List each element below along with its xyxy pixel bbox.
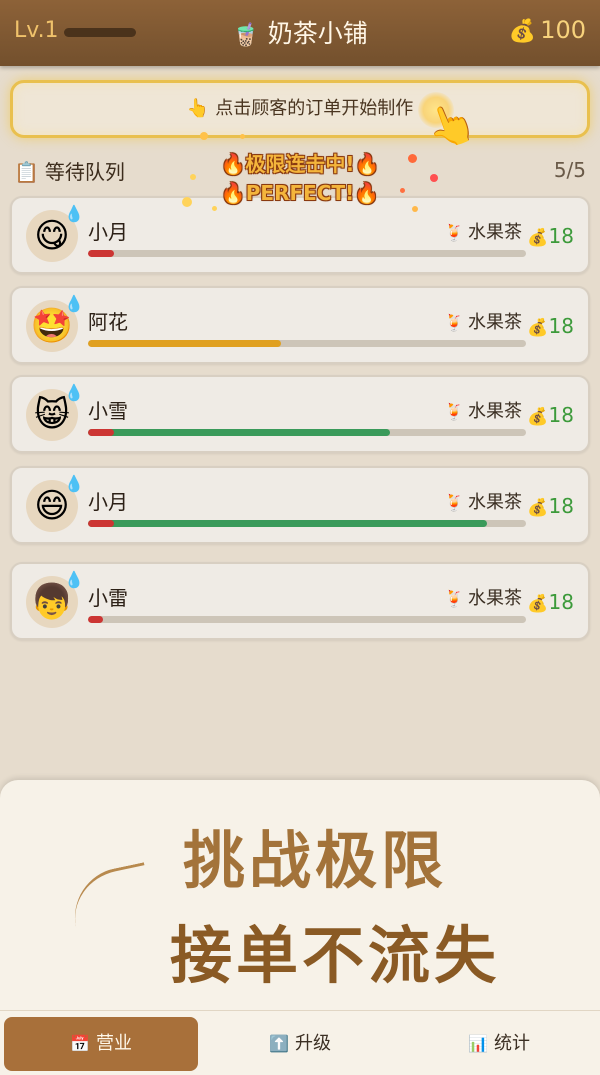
patience-bar: [88, 429, 526, 436]
patience-fill: [88, 616, 104, 623]
money-bag-icon: 💰: [527, 407, 549, 427]
spark: [400, 188, 405, 193]
patience-bar: [88, 616, 526, 623]
order-drink-label: 水果茶: [468, 588, 522, 609]
order-drink-label: 水果茶: [468, 222, 522, 243]
order-reward: 💰18: [527, 590, 574, 614]
spark: [212, 206, 217, 211]
customer-card[interactable]: 🤩 💧 阿花 🍹 水果茶 💰18: [10, 286, 590, 364]
tip-banner[interactable]: 👆 点击顾客的订单开始制作: [10, 80, 590, 138]
tab-bar: 📅 营业 ⬆️ 升级 📊 统计: [0, 1010, 600, 1075]
coin-counter: 💰 100: [509, 16, 586, 44]
spark: [182, 197, 192, 207]
tab-business[interactable]: 📅 营业: [4, 1017, 198, 1071]
order-reward: 💰18: [527, 224, 574, 248]
fruit-tea-icon: 🍹: [444, 589, 464, 608]
sweat-drop-icon: 💧: [64, 204, 84, 223]
tab-upgrade[interactable]: ⬆️ 升级: [203, 1017, 397, 1071]
coin-amount: 100: [540, 16, 586, 44]
order-drink-label: 水果茶: [468, 401, 522, 422]
customer-card[interactable]: 👦 💧 小雷 🍹 水果茶 💰18: [10, 562, 590, 640]
bubble-tea-icon: 🧋: [232, 23, 260, 48]
fruit-tea-icon: 🍹: [444, 223, 464, 242]
patience-fill: [88, 250, 115, 257]
customer-name: 小雪: [88, 399, 128, 423]
money-bag-icon: 💰: [527, 318, 549, 338]
patience-warning-segment: [88, 429, 114, 436]
calendar-icon: 📅: [70, 1034, 90, 1053]
promo-subline: 接单不流失: [169, 919, 500, 992]
spark: [200, 132, 208, 140]
perfect-text: 🔥PERFECT!🔥: [220, 181, 380, 205]
fruit-tea-icon: 🍹: [444, 313, 464, 332]
money-bag-icon: 💰: [527, 498, 549, 518]
order-reward: 💰18: [527, 314, 574, 338]
tip-text: 点击顾客的订单开始制作: [215, 98, 414, 119]
patience-bar: [88, 340, 526, 347]
order-drink: 🍹 水果茶: [444, 488, 522, 514]
order-reward-amount: 18: [548, 224, 574, 248]
customer-card[interactable]: 😄 💧 小月 🍹 水果茶 💰18: [10, 466, 590, 544]
money-bag-icon: 💰: [527, 594, 549, 614]
customer-card[interactable]: 😋 💧 小月 🍹 水果茶 💰18: [10, 196, 590, 274]
tab-business-label: 营业: [95, 1033, 132, 1054]
spark: [190, 174, 196, 180]
pointing-finger-icon: 👆: [186, 98, 210, 119]
customer-name: 小月: [88, 220, 128, 244]
patience-warning-segment: [88, 520, 114, 527]
promo-headline: 挑战极限: [182, 824, 447, 897]
order-drink: 🍹 水果茶: [444, 584, 522, 610]
bar-chart-icon: 📊: [468, 1034, 488, 1053]
order-drink-label: 水果茶: [468, 492, 522, 513]
sweat-drop-icon: 💧: [64, 383, 84, 402]
patience-bar: [88, 250, 526, 257]
fruit-tea-icon: 🍹: [444, 402, 464, 421]
sweat-drop-icon: 💧: [64, 570, 84, 589]
spark: [412, 206, 418, 212]
customer-card[interactable]: 😸 💧 小雪 🍹 水果茶 💰18: [10, 375, 590, 453]
patience-fill: [88, 520, 487, 527]
patience-fill: [88, 429, 391, 436]
order-reward-amount: 18: [548, 314, 574, 338]
patience-bar: [88, 520, 526, 527]
spark: [240, 134, 245, 139]
shop-title-text: 奶茶小铺: [267, 19, 368, 48]
order-reward: 💰18: [527, 403, 574, 427]
up-arrow-icon: ⬆️: [269, 1034, 289, 1053]
order-reward-amount: 18: [548, 494, 574, 518]
order-drink: 🍹 水果茶: [444, 308, 522, 334]
combo-text: 🔥极限连击中!🔥: [220, 152, 380, 176]
tab-stats[interactable]: 📊 统计: [402, 1017, 596, 1071]
order-drink: 🍹 水果茶: [444, 397, 522, 423]
money-bag-icon: 💰: [527, 228, 549, 248]
order-reward: 💰18: [527, 494, 574, 518]
spark: [408, 154, 417, 163]
patience-fill: [88, 340, 281, 347]
sweat-drop-icon: 💧: [64, 294, 84, 313]
money-bag-icon: 💰: [508, 19, 537, 44]
order-drink: 🍹 水果茶: [444, 218, 522, 244]
top-bar: Lv.1 🧋 奶茶小铺 💰 100: [0, 0, 600, 66]
tab-upgrade-label: 升级: [294, 1033, 331, 1054]
customer-name: 阿花: [88, 310, 128, 334]
order-reward-amount: 18: [548, 590, 574, 614]
tab-stats-label: 统计: [493, 1033, 530, 1054]
fruit-tea-icon: 🍹: [444, 493, 464, 512]
order-drink-label: 水果茶: [468, 312, 522, 333]
order-reward-amount: 18: [548, 403, 574, 427]
customer-name: 小雷: [88, 586, 128, 610]
spark: [430, 174, 438, 182]
customer-name: 小月: [88, 490, 128, 514]
sweat-drop-icon: 💧: [64, 474, 84, 493]
